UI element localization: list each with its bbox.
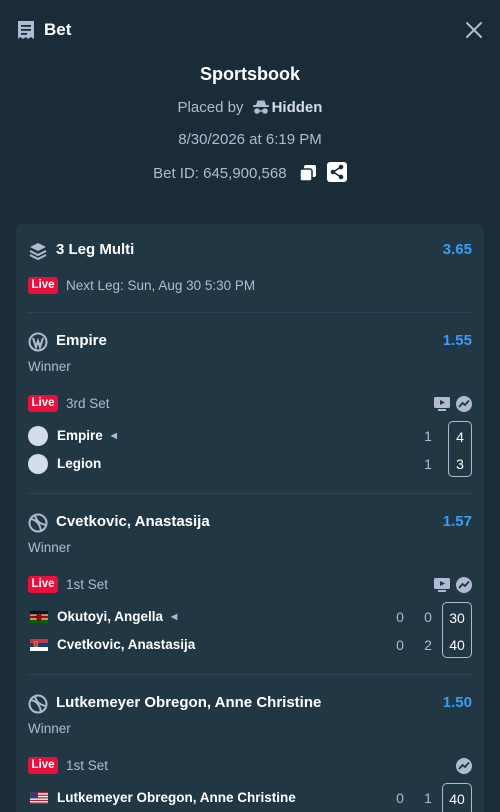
score: 1 (424, 790, 432, 806)
tv-icon[interactable] (434, 397, 450, 411)
bet-card: 3 Leg Multi 3.65 Live Next Leg: Sun, Aug… (16, 224, 484, 812)
score: 1 (424, 456, 432, 472)
share-icon[interactable] (326, 162, 347, 182)
tennis-icon (28, 513, 48, 533)
leg-3: Lutkemeyer Obregon, Anne Christine 1.50 … (28, 691, 472, 812)
live-badge: Live (28, 757, 58, 774)
score: 30 (449, 610, 465, 626)
team-name: Empire (57, 428, 103, 443)
score: 1 (424, 428, 432, 444)
divider (28, 312, 472, 313)
leg-title[interactable]: Empire (56, 332, 107, 349)
placed-by-user: Hidden (271, 99, 323, 116)
team-name: Legion (57, 456, 102, 471)
score: 40 (449, 791, 465, 807)
close-icon[interactable] (464, 20, 484, 40)
leg-odds: 1.55 (442, 332, 472, 349)
modal-header: Bet (0, 0, 500, 60)
player-row: Okutoyi, Angella ◀ 0 0 (28, 606, 472, 626)
score: 0 (396, 637, 404, 653)
bet-source-title: Sportsbook (199, 64, 300, 84)
player-row: Cvetkovic, Anastasija 0 2 (28, 634, 472, 654)
serbia-flag-icon (30, 639, 48, 651)
stats-icon[interactable] (456, 577, 472, 593)
bet-datetime: 8/30/2026 at 6:19 PM (178, 131, 322, 148)
team-row: Empire ◀ 1 (28, 425, 472, 446)
layers-icon (29, 243, 47, 261)
leg-odds: 1.50 (442, 694, 472, 711)
incognito-icon (252, 100, 269, 114)
score: 40 (449, 637, 465, 653)
bet-id: Bet ID: 645,900,568 (153, 165, 287, 182)
leg-2: Cvetkovic, Anastasija 1.57 Winner Live 1… (28, 510, 472, 660)
team-logo-icon (28, 426, 48, 446)
live-badge: Live (28, 277, 58, 294)
current-game-score: 30 40 (442, 602, 472, 658)
team-logo-icon (28, 454, 48, 474)
next-leg-text: Next Leg: Sun, Aug 30 5:30 PM (66, 278, 256, 293)
market-label: Winner (28, 540, 71, 555)
player-name: Cvetkovic, Anastasija (57, 637, 196, 652)
current-game-score: 4 3 (448, 421, 472, 477)
leg-status: 1st Set (66, 577, 109, 592)
receipt-icon (18, 21, 34, 39)
stats-icon[interactable] (456, 396, 472, 412)
kenya-flag-icon (30, 611, 48, 623)
stats-icon[interactable] (456, 758, 472, 774)
divider (28, 674, 472, 675)
tennis-icon (28, 694, 48, 714)
score: 0 (396, 790, 404, 806)
leg-status: 3rd Set (66, 396, 110, 411)
bet-id-row: Bet ID: 645,900,568 (0, 162, 500, 182)
player-row: Lutkemeyer Obregon, Anne Christine 0 1 (28, 787, 472, 807)
multi-section: 3 Leg Multi 3.65 Live Next Leg: Sun, Aug… (28, 238, 472, 308)
score: 4 (456, 429, 464, 445)
player-name: Lutkemeyer Obregon, Anne Christine (57, 790, 296, 805)
leg-1: Empire 1.55 Winner Live 3rd Set Empire ◀ … (28, 329, 472, 479)
tv-icon[interactable] (434, 578, 450, 592)
market-label: Winner (28, 359, 71, 374)
player-name: Okutoyi, Angella (57, 609, 164, 624)
leg-title[interactable]: Cvetkovic, Anastasija (56, 513, 210, 530)
score: 2 (424, 637, 432, 653)
leg-odds: 1.57 (442, 513, 472, 530)
divider (28, 493, 472, 494)
placed-by-label: Placed by (177, 99, 244, 116)
leg-title[interactable]: Lutkemeyer Obregon, Anne Christine (56, 694, 321, 711)
current-game-score: 40 (442, 783, 472, 812)
usa-flag-icon (30, 792, 48, 804)
esports-icon (28, 332, 48, 352)
live-badge: Live (28, 395, 58, 412)
placed-by: Placed by Hidden (0, 98, 500, 116)
market-label: Winner (28, 721, 71, 736)
score: 3 (456, 456, 464, 472)
score: 0 (396, 609, 404, 625)
team-row: Legion 1 (28, 453, 472, 474)
multi-title: 3 Leg Multi (56, 241, 135, 258)
score: 0 (424, 609, 432, 625)
copy-icon[interactable] (298, 164, 317, 182)
serve-indicator-icon: ◀ (171, 612, 178, 621)
multi-odds: 3.65 (442, 241, 472, 258)
modal-title: Bet (44, 20, 72, 39)
live-badge: Live (28, 576, 58, 593)
leg-status: 1st Set (66, 758, 109, 773)
serve-indicator-icon: ◀ (110, 431, 117, 440)
